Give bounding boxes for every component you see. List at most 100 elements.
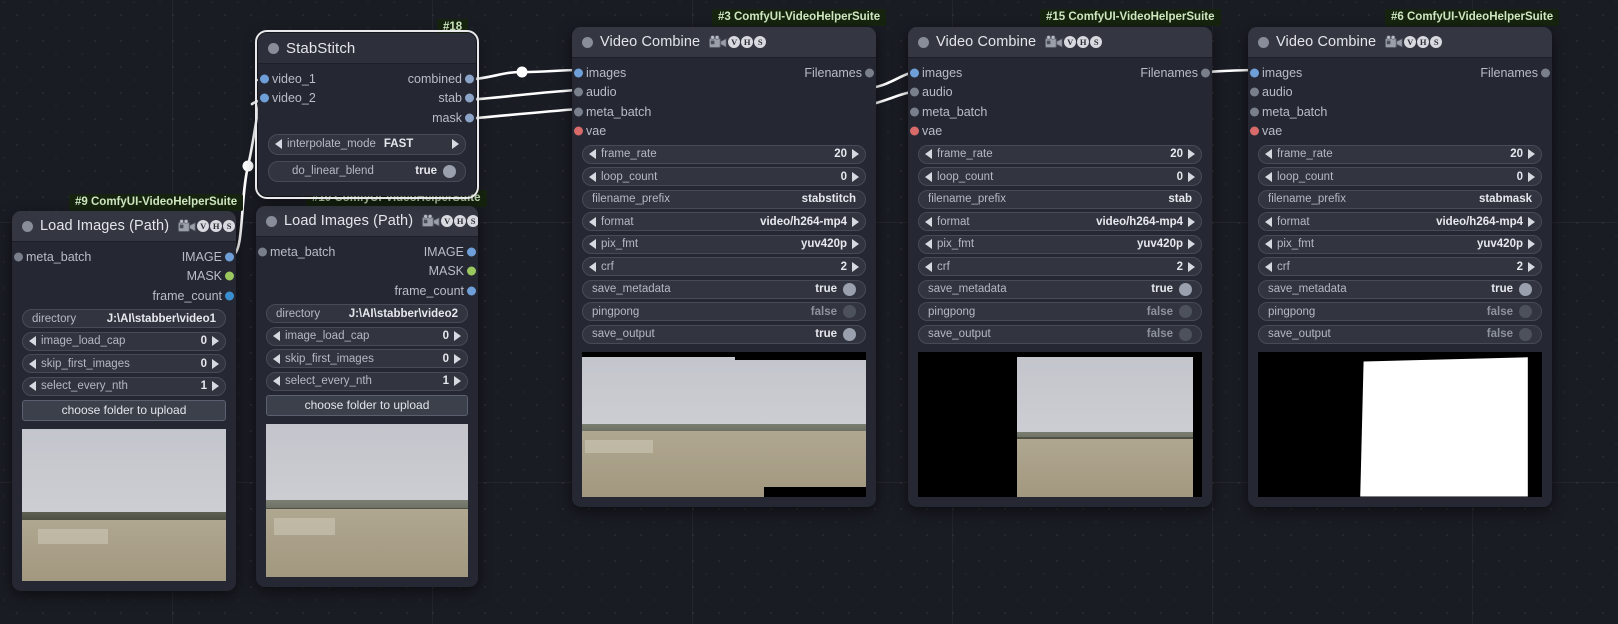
- toggle-knob[interactable]: [843, 327, 856, 341]
- output-dot-mask[interactable]: [467, 266, 476, 276]
- widget-skip-first-images[interactable]: skip_first_images 0: [266, 349, 468, 368]
- input-dot-vae[interactable]: [574, 126, 583, 136]
- increment-arrow-icon[interactable]: [852, 261, 859, 272]
- next-option-arrow-icon[interactable]: [852, 239, 859, 249]
- increment-arrow-icon[interactable]: [1188, 261, 1195, 272]
- decrement-arrow-icon[interactable]: [29, 381, 36, 391]
- increment-arrow-icon[interactable]: [1528, 171, 1535, 182]
- slot-row[interactable]: audio: [572, 83, 876, 103]
- node-title-bar[interactable]: Load Images (Path) V H S: [12, 211, 236, 242]
- decrement-arrow-icon[interactable]: [925, 149, 932, 159]
- output-dot-image[interactable]: [225, 252, 234, 262]
- output-dot-filenames[interactable]: [1541, 68, 1550, 78]
- slot-row[interactable]: vae: [908, 122, 1212, 142]
- increment-arrow-icon[interactable]: [454, 353, 461, 364]
- node-stabstitch[interactable]: StabStitch video_1 combined video_2 stab…: [255, 30, 479, 199]
- widget-crf[interactable]: crf 2: [582, 257, 866, 276]
- widget-format[interactable]: format video/h264-mp4: [1258, 212, 1542, 231]
- toggle-knob[interactable]: [1519, 282, 1532, 296]
- widget-filename-prefix[interactable]: filename_prefix stabstitch: [582, 189, 866, 209]
- toggle-knob[interactable]: [1519, 305, 1532, 318]
- slot-row[interactable]: vae: [1248, 122, 1552, 142]
- increment-arrow-icon[interactable]: [212, 381, 219, 391]
- widget-loop-count[interactable]: loop_count 0: [918, 167, 1202, 186]
- widget-save-metadata[interactable]: save_metadata true: [582, 279, 866, 299]
- input-dot-meta-batch[interactable]: [14, 252, 23, 262]
- collapse-icon[interactable]: [266, 215, 277, 227]
- slot-row[interactable]: frame_count: [256, 281, 478, 301]
- increment-arrow-icon[interactable]: [852, 171, 859, 182]
- output-dot-filenames[interactable]: [865, 68, 874, 78]
- widget-save-output[interactable]: save_output false: [918, 324, 1202, 344]
- collapse-icon[interactable]: [268, 42, 279, 54]
- previous-option-arrow-icon[interactable]: [275, 139, 282, 149]
- widget-frame-rate[interactable]: frame_rate 20: [918, 144, 1202, 164]
- slot-row[interactable]: mask: [258, 108, 476, 128]
- increment-arrow-icon[interactable]: [852, 149, 859, 159]
- widget-crf[interactable]: crf 2: [1258, 257, 1542, 276]
- widget-frame-rate[interactable]: frame_rate 20: [582, 144, 866, 164]
- output-dot-filenames[interactable]: [1201, 68, 1210, 78]
- widget-pingpong[interactable]: pingpong false: [1258, 302, 1542, 321]
- output-dot-mask[interactable]: [465, 113, 474, 123]
- slot-row[interactable]: meta_batch: [908, 102, 1212, 122]
- slot-row[interactable]: images Filenames: [1248, 63, 1552, 83]
- toggle-knob[interactable]: [1179, 282, 1192, 296]
- input-dot-audio[interactable]: [574, 87, 583, 97]
- widget-pingpong[interactable]: pingpong false: [582, 302, 866, 321]
- node-preview-video[interactable]: [582, 351, 866, 497]
- increment-arrow-icon[interactable]: [212, 358, 219, 369]
- widget-loop-count[interactable]: loop_count 0: [1258, 167, 1542, 186]
- previous-option-arrow-icon[interactable]: [925, 239, 932, 249]
- input-dot-meta-batch[interactable]: [258, 247, 267, 257]
- node-load-images-2[interactable]: Load Images (Path) V H S meta_batch IMAG…: [256, 206, 478, 587]
- widget-do-linear-blend[interactable]: do_linear_blend true: [268, 160, 466, 182]
- input-dot-vae[interactable]: [910, 126, 919, 136]
- output-dot-mask[interactable]: [225, 271, 234, 281]
- toggle-knob[interactable]: [1179, 327, 1192, 341]
- toggle-knob[interactable]: [843, 305, 856, 318]
- decrement-arrow-icon[interactable]: [273, 331, 280, 341]
- slot-row[interactable]: meta_batch: [572, 102, 876, 122]
- collapse-icon[interactable]: [582, 36, 593, 48]
- choose-folder-button[interactable]: choose folder to upload: [22, 399, 226, 421]
- input-dot-images[interactable]: [910, 68, 919, 78]
- widget-filename-prefix[interactable]: filename_prefix stabmask: [1258, 189, 1542, 209]
- increment-arrow-icon[interactable]: [1188, 149, 1195, 159]
- node-title-bar[interactable]: Video Combine V H S: [1248, 27, 1552, 58]
- slot-row[interactable]: images Filenames: [908, 63, 1212, 83]
- node-preview-video[interactable]: [1258, 351, 1542, 497]
- widget-save-output[interactable]: save_output true: [582, 324, 866, 344]
- next-option-arrow-icon[interactable]: [1188, 239, 1195, 249]
- slot-row[interactable]: audio: [908, 83, 1212, 103]
- slot-row[interactable]: frame_count: [12, 286, 236, 306]
- output-dot-stab[interactable]: [465, 93, 474, 103]
- output-dot-frame-count[interactable]: [467, 286, 476, 296]
- node-video-combine-15[interactable]: Video Combine V H S images Filenames aud…: [908, 27, 1212, 507]
- graph-canvas[interactable]: #9 ComfyUI-VideoHelperSuite #10 ComfyUI-…: [0, 0, 1618, 624]
- slot-row[interactable]: audio: [1248, 83, 1552, 103]
- slot-row[interactable]: meta_batch: [1248, 102, 1552, 122]
- toggle-knob[interactable]: [843, 282, 856, 296]
- decrement-arrow-icon[interactable]: [925, 171, 932, 182]
- slot-row[interactable]: video_2 stab: [258, 89, 476, 109]
- collapse-icon[interactable]: [1258, 36, 1269, 48]
- node-load-images-1[interactable]: Load Images (Path) V H S meta_batch IMAG…: [12, 211, 236, 591]
- input-dot-audio[interactable]: [910, 87, 919, 97]
- widget-crf[interactable]: crf 2: [918, 257, 1202, 276]
- node-title-bar[interactable]: StabStitch: [258, 33, 476, 64]
- increment-arrow-icon[interactable]: [1528, 261, 1535, 272]
- slot-row[interactable]: MASK: [12, 267, 236, 287]
- widget-interpolate-mode[interactable]: interpolate_mode FAST: [268, 133, 466, 155]
- input-dot-meta-batch[interactable]: [574, 107, 583, 117]
- decrement-arrow-icon[interactable]: [925, 261, 932, 272]
- decrement-arrow-icon[interactable]: [589, 149, 596, 159]
- decrement-arrow-icon[interactable]: [589, 261, 596, 272]
- decrement-arrow-icon[interactable]: [273, 353, 280, 364]
- slot-row[interactable]: meta_batch IMAGE: [12, 247, 236, 267]
- widget-save-output[interactable]: save_output false: [1258, 324, 1542, 344]
- slot-row[interactable]: video_1 combined: [258, 69, 476, 89]
- input-dot-images[interactable]: [1250, 68, 1259, 78]
- widget-filename-prefix[interactable]: filename_prefix stab: [918, 189, 1202, 209]
- input-dot-audio[interactable]: [1250, 87, 1259, 97]
